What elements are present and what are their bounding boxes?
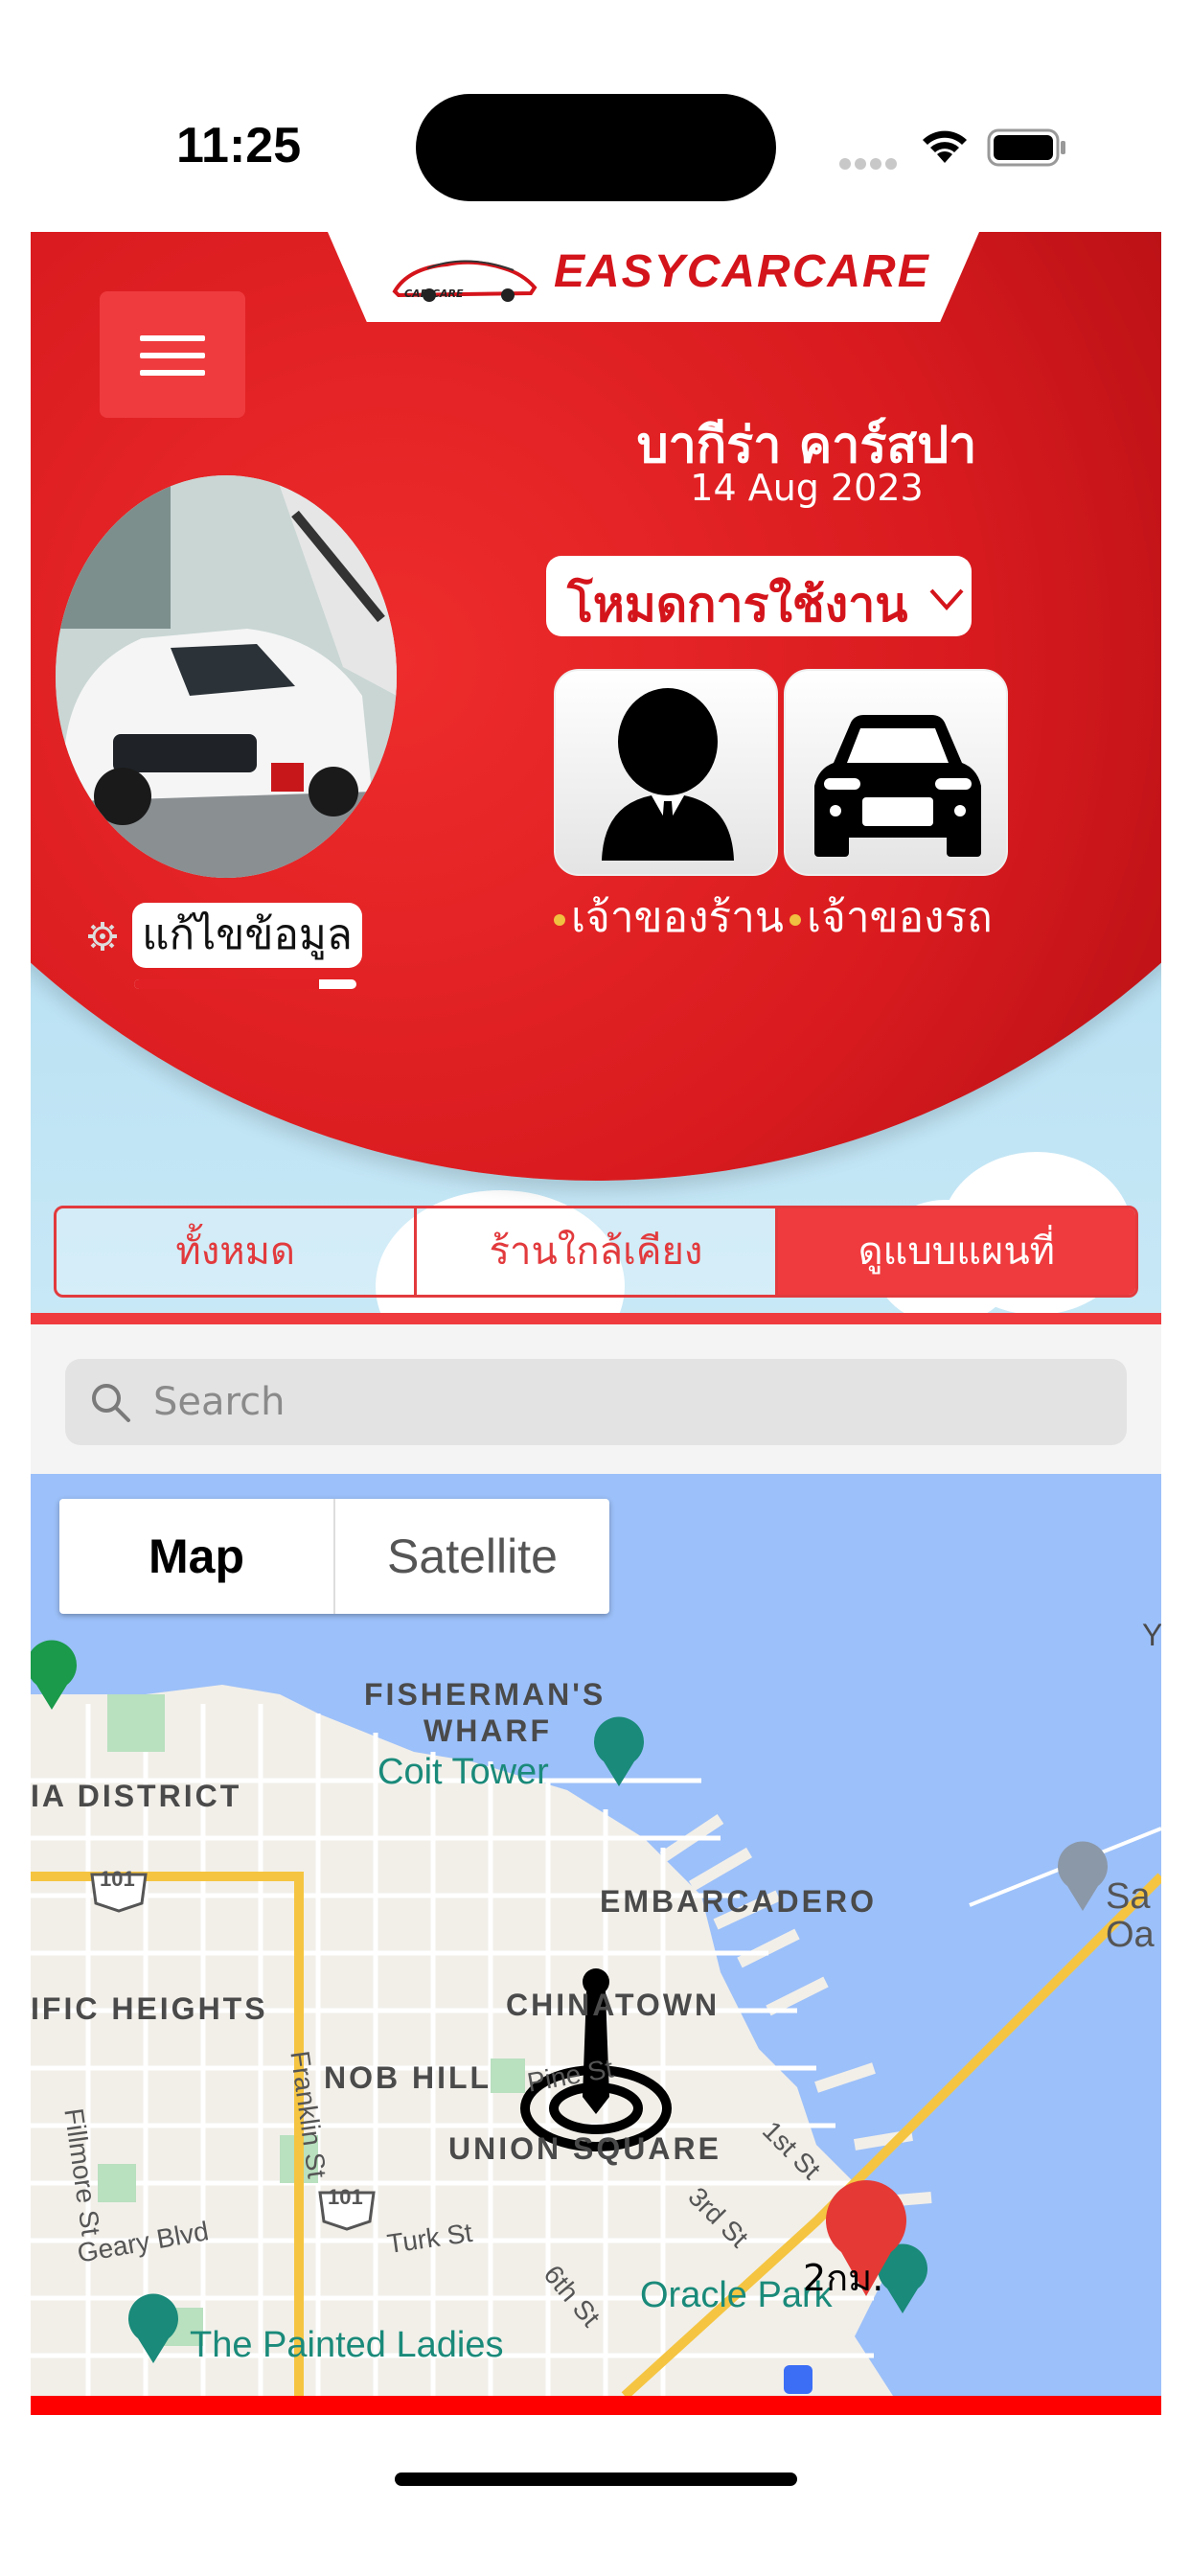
map-area-label: FISHERMAN'S	[364, 1677, 606, 1712]
map-edge-label: Sa	[1106, 1876, 1151, 1917]
hamburger-line	[140, 370, 205, 376]
profile-progress-fill	[134, 979, 319, 989]
map-type-satellite-button[interactable]: Satellite	[335, 1499, 609, 1614]
map-type-toggle: Map Satellite	[59, 1499, 609, 1614]
role-label-text: เจ้าของร้าน	[571, 893, 784, 942]
hamburger-line	[140, 335, 205, 341]
poi-label: Coit Tower	[378, 1752, 549, 1792]
map-area-label: NOB HILL	[324, 2060, 492, 2095]
bullet-icon	[790, 914, 801, 926]
search-input[interactable]	[153, 1359, 1092, 1445]
search-icon	[92, 1384, 130, 1422]
role-label-car-owner: เจ้าของรถ	[790, 884, 993, 951]
role-card-car-owner[interactable]	[784, 669, 1008, 876]
shop-avatar[interactable]	[56, 475, 397, 878]
search-area	[31, 1326, 1161, 1474]
tabs-underline	[31, 1313, 1161, 1324]
home-indicator[interactable]	[395, 2472, 797, 2486]
search-box[interactable]	[65, 1359, 1127, 1445]
route-shield-label: 101	[328, 2185, 363, 2209]
route-shield-label: 101	[100, 1867, 135, 1891]
map-edge-label: Y	[1142, 1618, 1161, 1652]
map-view[interactable]: Map Satellite FISHERMAN'S WHARF IA DISTR…	[31, 1474, 1161, 2396]
gear-icon[interactable]	[86, 920, 119, 953]
map-area-label: CHINATOWN	[506, 1988, 721, 2022]
poi-label: The Painted Ladies	[190, 2325, 504, 2365]
person-icon	[602, 688, 734, 861]
map-area-label: WHARF	[423, 1714, 553, 1748]
map-area-label: UNION SQUARE	[448, 2131, 721, 2166]
map-area-label: IA DISTRICT	[31, 1779, 242, 1813]
dynamic-island	[416, 94, 776, 201]
role-label-text: เจ้าของรถ	[807, 893, 993, 942]
chevron-down-icon	[929, 588, 964, 611]
brand-logo: CAR CARE EASYCARCARE	[328, 232, 979, 322]
status-time: 11:25	[176, 118, 302, 173]
profile-header: CAR CARE EASYCARCARE บากีร่า คาร์สปา 14 …	[31, 232, 1161, 1324]
battery-icon	[987, 128, 1065, 167]
hamburger-line	[140, 353, 205, 358]
wifi-icon	[923, 130, 967, 163]
mode-label: โหมดการใช้งาน	[567, 577, 908, 632]
bottom-red-bar	[31, 2396, 1161, 2415]
profile-progress-bar	[134, 979, 356, 989]
logo-subtext: CAR CARE	[404, 288, 464, 300]
mode-dropdown[interactable]: โหมดการใช้งาน	[546, 556, 972, 636]
role-label-shop-owner: เจ้าของร้าน	[554, 884, 784, 951]
car-icon	[814, 715, 981, 857]
tab-all[interactable]: ทั้งหมด	[57, 1208, 418, 1295]
tab-map-view[interactable]: ดูแบบแผนที่	[777, 1208, 1135, 1295]
tab-nearby[interactable]: ร้านใกล้เคียง	[417, 1208, 778, 1295]
map-area-label: EMBARCADERO	[600, 1884, 877, 1919]
bullet-icon	[554, 914, 565, 926]
car-photo	[56, 475, 397, 878]
logo-text: EASYCARCARE	[554, 246, 930, 297]
filter-tabs: ทั้งหมด ร้านใกล้เคียง ดูแบบแผนที่	[54, 1206, 1138, 1298]
map-type-map-button[interactable]: Map	[59, 1499, 335, 1614]
app-frame: CAR CARE EASYCARCARE บากีร่า คาร์สปา 14 …	[31, 232, 1161, 2415]
edit-profile-button[interactable]: แก้ไขข้อมูล	[132, 903, 362, 968]
status-bar: 11:25	[0, 0, 1190, 230]
role-card-shop-owner[interactable]	[554, 669, 778, 876]
map-edge-label: Oa	[1106, 1915, 1155, 1955]
shop-distance-label: 2กม.	[803, 2257, 884, 2299]
signal-dots-icon	[839, 155, 901, 170]
shop-date: 14 Aug 2023	[690, 467, 924, 509]
map-area-label: IFIC HEIGHTS	[31, 1991, 268, 2026]
menu-button[interactable]	[100, 291, 245, 418]
